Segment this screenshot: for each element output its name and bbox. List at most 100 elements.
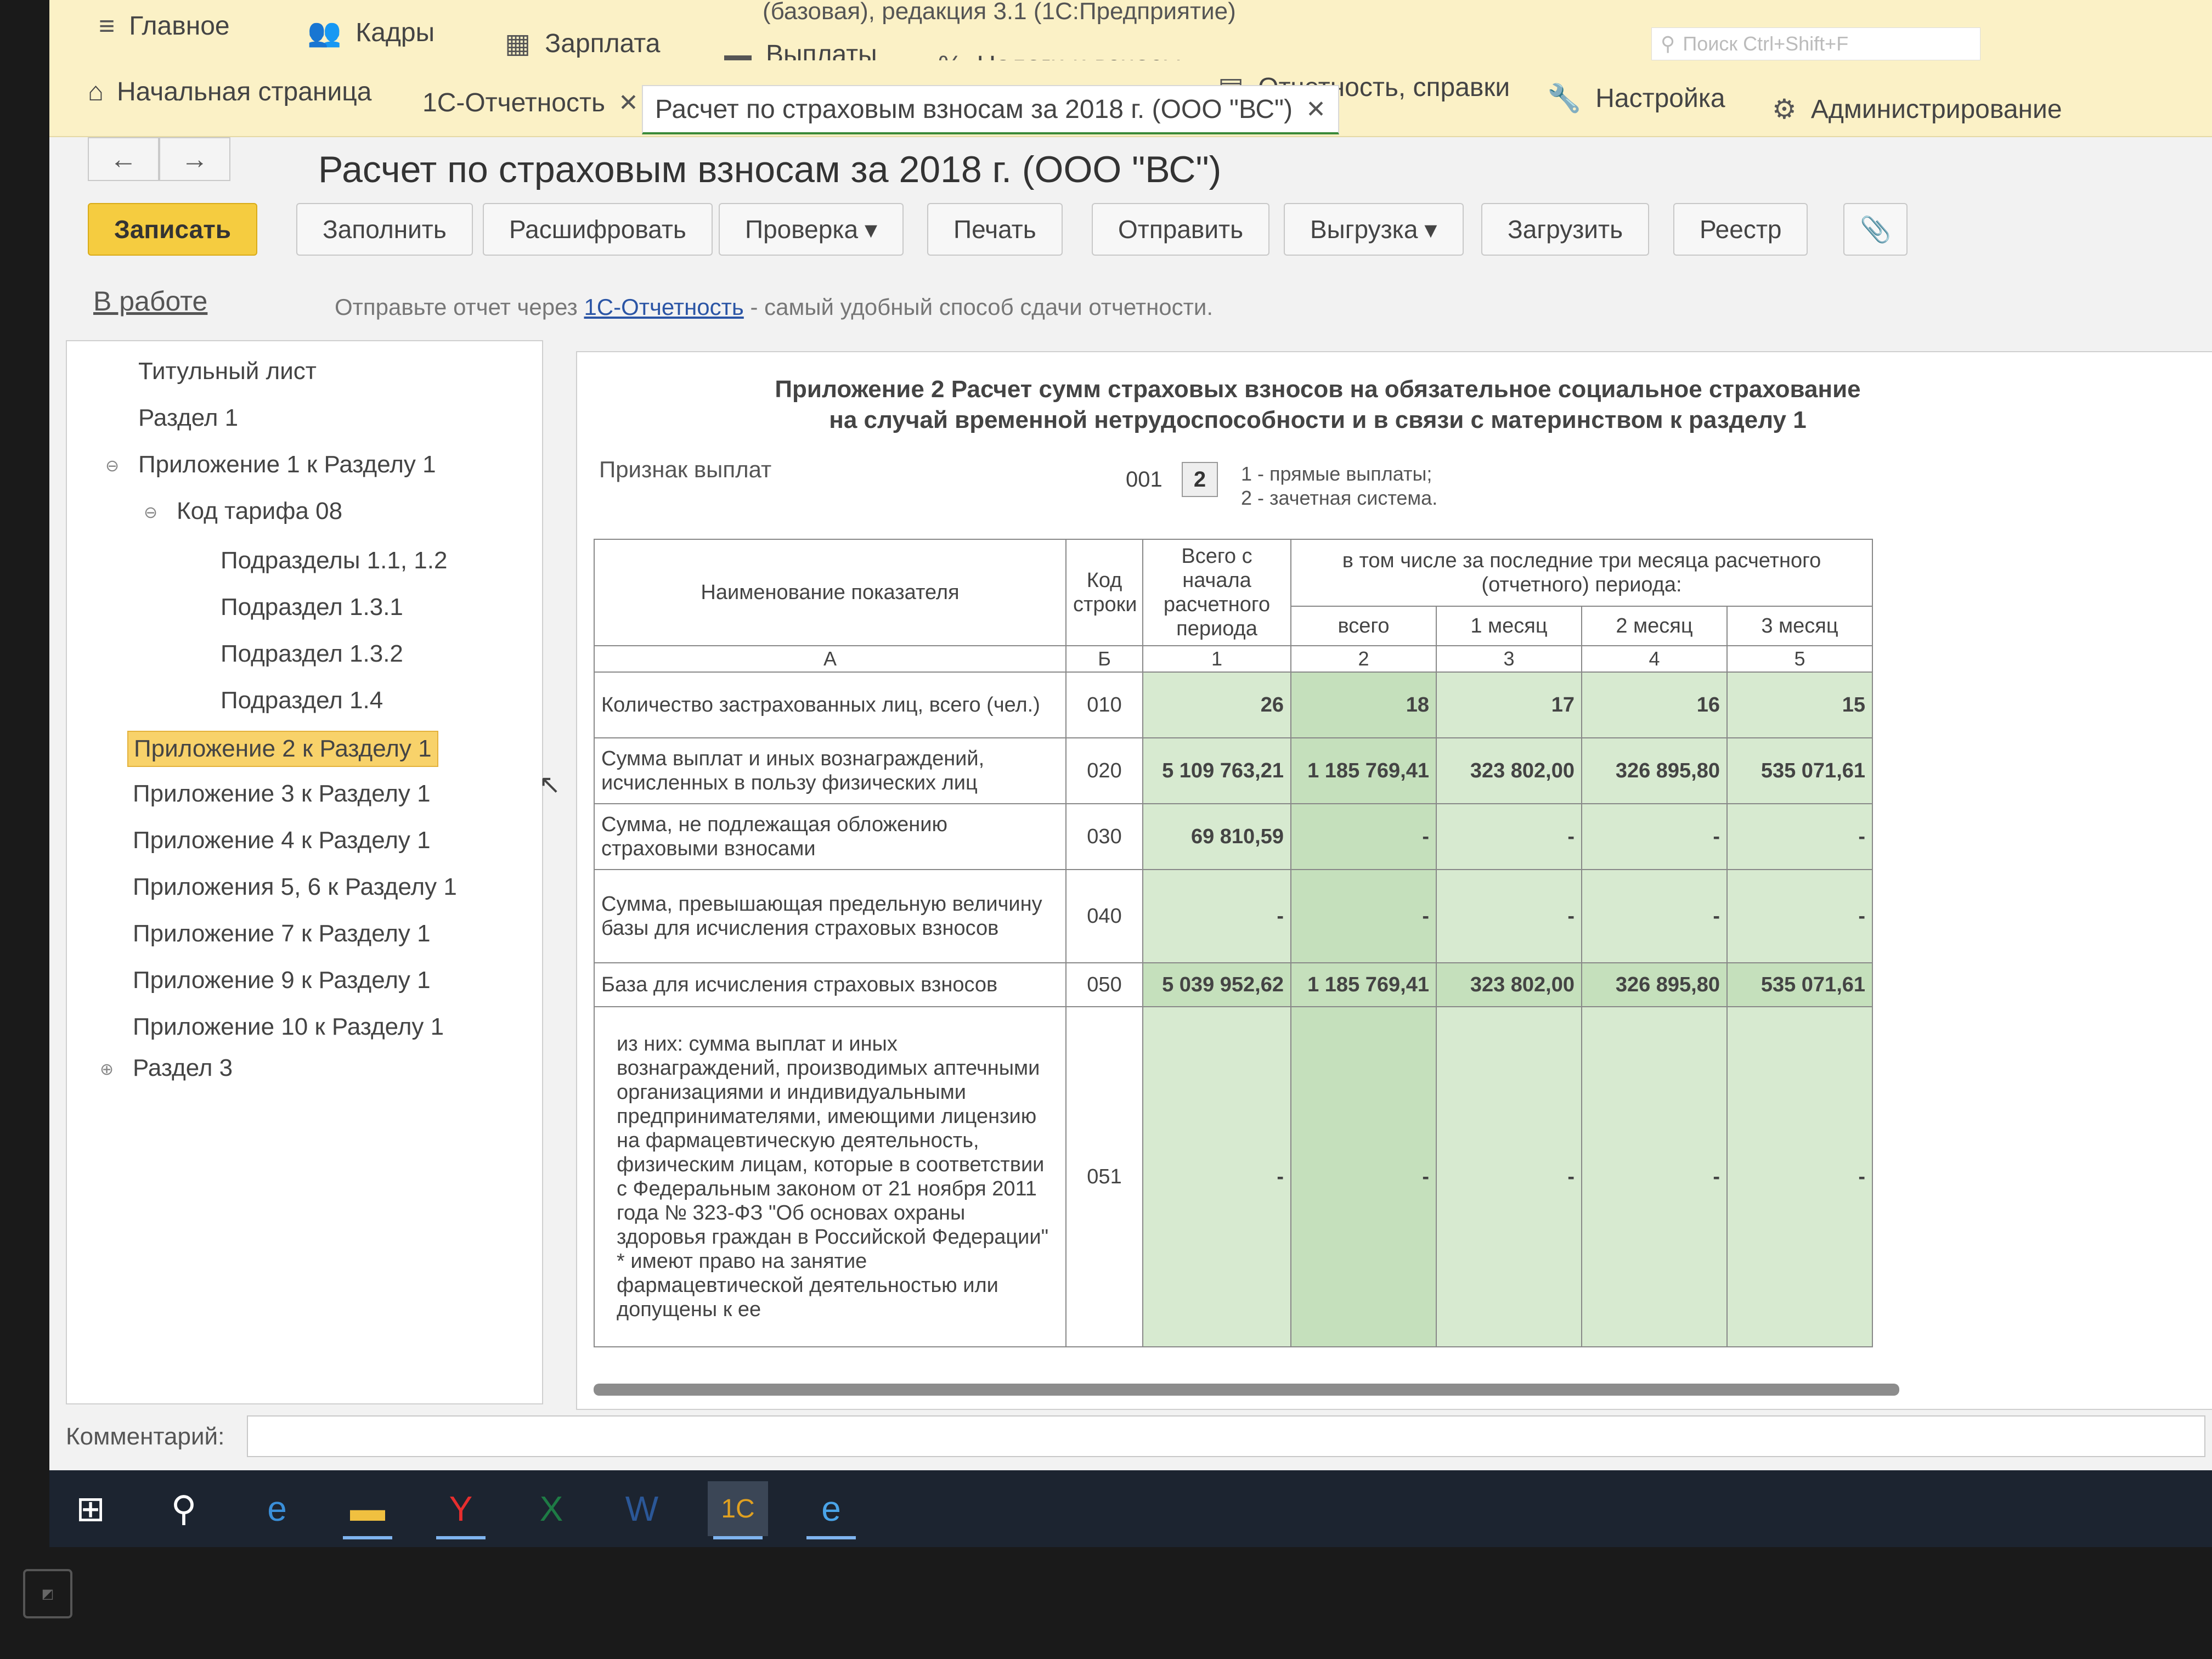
decode-button[interactable]: Расшифровать <box>483 203 713 256</box>
tree-item-app4[interactable]: Приложение 4 к Разделу 1 <box>133 827 431 854</box>
tree-item-section3[interactable]: Раздел 3 <box>133 1054 233 1082</box>
ie-icon[interactable]: e <box>801 1481 861 1539</box>
horizontal-scrollbar[interactable] <box>594 1384 1899 1396</box>
cell-value[interactable]: 535 071,61 <box>1726 962 1874 1007</box>
cell-value[interactable]: 1 185 769,41 <box>1290 737 1437 804</box>
1c-icon[interactable]: 1С <box>708 1481 768 1539</box>
edge-icon[interactable]: e <box>247 1481 307 1536</box>
cell-value[interactable]: 18 <box>1290 672 1437 738</box>
export-button[interactable]: Выгрузка ▾ <box>1284 203 1464 256</box>
tree-item-app56[interactable]: Приложения 5, 6 к Разделу 1 <box>133 873 457 901</box>
menu-item-hr[interactable]: 👥 Кадры <box>307 16 435 49</box>
cell-value[interactable]: 5 109 763,21 <box>1142 737 1291 804</box>
cell-value[interactable]: - <box>1290 869 1437 963</box>
cell-value[interactable]: - <box>1142 869 1291 963</box>
tree-item-sub131[interactable]: Подраздел 1.3.1 <box>221 594 403 621</box>
cell-value[interactable]: 326 895,80 <box>1581 962 1728 1007</box>
send-button[interactable]: Отправить <box>1092 203 1270 256</box>
back-button[interactable]: ← <box>88 137 159 181</box>
tree-item-app9[interactable]: Приложение 9 к Разделу 1 <box>133 967 431 994</box>
report-form: Приложение 2 Расчет сумм страховых взнос… <box>576 351 2212 1410</box>
forward-button[interactable]: → <box>159 137 230 181</box>
comment-field[interactable] <box>247 1415 2205 1457</box>
search-icon[interactable]: ⚲ <box>154 1481 214 1536</box>
cell-value[interactable]: 1 185 769,41 <box>1290 962 1437 1007</box>
cell-value[interactable]: - <box>1581 869 1728 963</box>
search-input[interactable]: ⚲ Поиск Ctrl+Shift+F <box>1651 27 1980 60</box>
registry-button[interactable]: Реестр <box>1673 203 1808 256</box>
explorer-icon[interactable]: ▬ <box>337 1481 398 1539</box>
tree-item-sub132[interactable]: Подраздел 1.3.2 <box>221 640 403 668</box>
cell-value[interactable]: - <box>1436 869 1582 963</box>
row-name: База для исчисления страховых взносов <box>594 962 1066 1007</box>
check-button[interactable]: Проверка ▾ <box>719 203 904 256</box>
tab-home[interactable]: ⌂ Начальная страница <box>88 77 371 107</box>
tree-item-app7[interactable]: Приложение 7 к Разделу 1 <box>133 920 431 947</box>
tree-item-title-page[interactable]: Титульный лист <box>138 358 317 385</box>
tree-item-app2[interactable]: Приложение 2 к Разделу 1 <box>127 731 438 767</box>
cell-value[interactable]: - <box>1436 803 1582 870</box>
cell-value[interactable]: - <box>1581 1006 1728 1347</box>
cell-value[interactable]: 323 802,00 <box>1436 737 1582 804</box>
cell-value[interactable]: - <box>1726 1006 1874 1347</box>
cell-value[interactable]: - <box>1581 803 1728 870</box>
tree-item-section1[interactable]: Раздел 1 <box>138 404 238 432</box>
cell-value[interactable]: 26 <box>1142 672 1291 738</box>
col-header-total: всего <box>1290 606 1437 646</box>
start-icon[interactable]: ⊞ <box>60 1481 121 1536</box>
excel-icon[interactable]: X <box>521 1481 582 1536</box>
tree-item-tariff08[interactable]: Код тарифа 08 <box>177 498 342 525</box>
legend-line: 1 - прямые выплаты; <box>1241 462 1432 485</box>
word-icon[interactable]: W <box>612 1481 672 1536</box>
cell-value[interactable]: 17 <box>1436 672 1582 738</box>
tree-item-sub11[interactable]: Подразделы 1.1, 1.2 <box>221 547 447 574</box>
tree-item-app3[interactable]: Приложение 3 к Разделу 1 <box>133 780 431 808</box>
tab-insurance-report[interactable]: Расчет по страховым взносам за 2018 г. (… <box>642 85 1339 134</box>
cell-value[interactable]: 15 <box>1726 672 1874 738</box>
cell-value[interactable]: 16 <box>1581 672 1728 738</box>
fill-button[interactable]: Заполнить <box>296 203 473 256</box>
1c-reporting-link[interactable]: 1С-Отчетность <box>584 294 743 320</box>
cell-value[interactable]: - <box>1726 803 1874 870</box>
cell-value[interactable]: 326 895,80 <box>1581 737 1728 804</box>
menu-item-salary[interactable]: ▦ Зарплата <box>505 27 660 59</box>
expand-icon[interactable]: ⊕ <box>100 1060 114 1079</box>
cell-value[interactable]: - <box>1142 1006 1291 1347</box>
collapse-icon[interactable]: ⊖ <box>105 456 119 476</box>
check-label: Проверка <box>745 215 859 244</box>
print-button[interactable]: Печать <box>927 203 1063 256</box>
search-placeholder: Поиск Ctrl+Shift+F <box>1683 32 1849 55</box>
table-row: Сумма выплат и иных вознаграждений, исчи… <box>594 737 1874 804</box>
menu-label: Кадры <box>356 18 435 47</box>
wrench-icon: 🔧 <box>1547 83 1582 114</box>
cell-value[interactable]: 69 810,59 <box>1142 803 1291 870</box>
close-icon[interactable]: ✕ <box>618 89 639 117</box>
menu-label: Настройка <box>1595 84 1725 113</box>
tab-1c-reporting[interactable]: 1С-Отчетность ✕ <box>422 88 639 118</box>
tree-item-sub14[interactable]: Подраздел 1.4 <box>221 687 383 714</box>
payment-sign-field[interactable]: 2 <box>1182 462 1218 497</box>
cell-value[interactable]: - <box>1726 869 1874 963</box>
close-icon[interactable]: ✕ <box>1306 95 1326 123</box>
export-label: Выгрузка <box>1310 215 1418 244</box>
cell-value[interactable]: - <box>1290 1006 1437 1347</box>
menu-item-main[interactable]: ≡ Главное <box>99 10 230 42</box>
yandex-icon[interactable]: Y <box>431 1481 491 1539</box>
collapse-icon[interactable]: ⊖ <box>144 503 157 522</box>
menu-item-settings[interactable]: 🔧 Настройка <box>1547 82 1725 115</box>
attach-button[interactable]: 📎 <box>1843 203 1908 256</box>
cell-value[interactable]: 323 802,00 <box>1436 962 1582 1007</box>
status-link[interactable]: В работе <box>93 285 207 317</box>
mouse-cursor-icon: ↖ <box>539 770 561 799</box>
import-button[interactable]: Загрузить <box>1481 203 1650 256</box>
save-button[interactable]: Записать <box>88 203 257 256</box>
tree-item-app1[interactable]: Приложение 1 к Разделу 1 <box>138 451 436 478</box>
cell-value[interactable]: 535 071,61 <box>1726 737 1874 804</box>
cell-value[interactable]: - <box>1436 1006 1582 1347</box>
menu-item-admin[interactable]: ⚙ Администрирование <box>1772 93 2062 125</box>
column-index: А <box>594 645 1066 673</box>
cell-value[interactable]: - <box>1290 803 1437 870</box>
cell-value[interactable]: 5 039 952,62 <box>1142 962 1291 1007</box>
tab-bar: ▤Отчетность, справки 🔧Настройка ⚙Админис… <box>49 27 2212 137</box>
tree-item-app10[interactable]: Приложение 10 к Разделу 1 <box>133 1013 444 1041</box>
